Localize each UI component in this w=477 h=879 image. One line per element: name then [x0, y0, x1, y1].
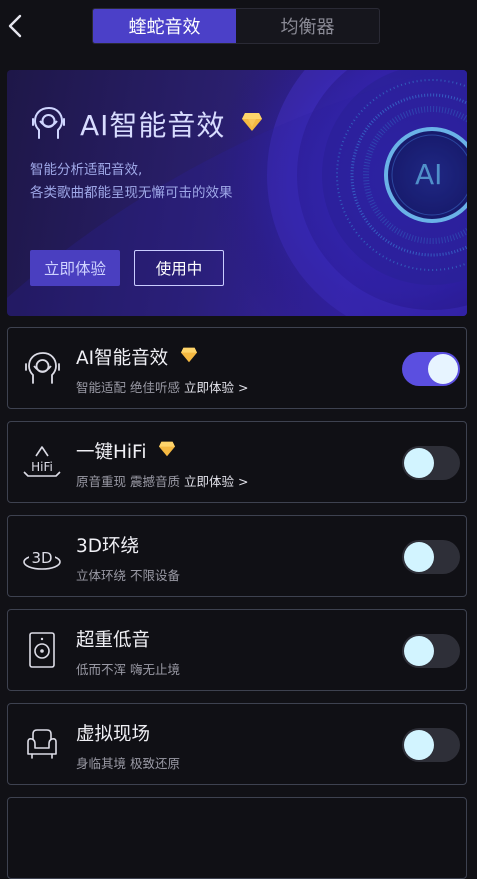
effect-title: 一键HiFi	[76, 442, 147, 463]
virtual-live-toggle[interactable]	[402, 728, 460, 762]
effect-title: 虚拟现场	[76, 724, 151, 745]
effect-card-bass[interactable]: 超重低音 低而不浑 嗨无止境	[7, 609, 467, 691]
3d-surround-toggle[interactable]	[402, 540, 460, 574]
hifi-toggle[interactable]	[402, 446, 460, 480]
try-now-button[interactable]: 立即体验	[30, 250, 120, 286]
effect-card-live[interactable]: 虚拟现场 身临其境 极致还原	[7, 703, 467, 785]
effect-subtitle: 智能适配 绝佳听感 立即体验 >	[76, 380, 249, 395]
effect-card-partial[interactable]	[7, 797, 467, 879]
armchair-icon	[27, 729, 57, 759]
toggle-knob	[404, 542, 434, 572]
in-use-button[interactable]: 使用中	[134, 250, 224, 286]
effect-card-hifi[interactable]: HiFi 一键HiFi 原音重现 震撼音质 立即体验 >	[7, 421, 467, 503]
speaker-icon	[29, 632, 55, 668]
effect-card-ai[interactable]: AI智能音效 智能适配 绝佳听感 立即体验 >	[7, 327, 467, 409]
ai-effect-toggle[interactable]	[402, 352, 460, 386]
hifi-icon: HiFi	[23, 446, 61, 477]
orb-ai-label: AI	[415, 158, 443, 191]
effect-subtitle: 立体环绕 不限设备	[76, 568, 180, 583]
top-bar: 蝰蛇音效 均衡器	[0, 0, 477, 52]
super-bass-toggle[interactable]	[402, 634, 460, 668]
toggle-knob	[404, 448, 434, 478]
tab-equalizer[interactable]: 均衡器	[236, 9, 379, 43]
effect-title: AI智能音效	[76, 348, 169, 369]
vip-diamond-icon	[242, 113, 262, 131]
vip-diamond-icon	[159, 441, 175, 457]
effect-title: 超重低音	[76, 630, 151, 651]
effect-subtitle: 低而不浑 嗨无止境	[76, 662, 180, 677]
toggle-knob	[404, 636, 434, 666]
vip-diamond-icon	[181, 347, 197, 363]
hifi-icon-text: HiFi	[31, 460, 53, 474]
ai-head-icon	[32, 107, 65, 139]
tab-viper-effects[interactable]: 蝰蛇音效	[93, 9, 236, 43]
toggle-knob	[428, 354, 458, 384]
tab-bar: 蝰蛇音效 均衡器	[92, 8, 380, 44]
effect-subtitle: 身临其境 极致还原	[76, 756, 180, 771]
effect-card-3d[interactable]: 3D 3D环绕 立体环绕 不限设备	[7, 515, 467, 597]
3d-surround-icon: 3D	[23, 546, 61, 570]
effect-title: 3D环绕	[76, 536, 140, 557]
try-now-link[interactable]: 立即体验 >	[184, 474, 248, 489]
back-arrow-icon[interactable]	[4, 10, 24, 42]
banner-desc-line2: 各类歌曲都能呈现无懈可击的效果	[30, 185, 233, 201]
try-now-link[interactable]: 立即体验 >	[184, 380, 248, 395]
3d-icon-text: 3D	[31, 549, 52, 567]
banner-desc-line1: 智能分析适配音效,	[30, 162, 143, 178]
ai-head-icon	[25, 352, 60, 384]
toggle-knob	[404, 730, 434, 760]
banner-title: AI智能音效	[80, 109, 226, 142]
effect-subtitle: 原音重现 震撼音质 立即体验 >	[76, 474, 249, 489]
